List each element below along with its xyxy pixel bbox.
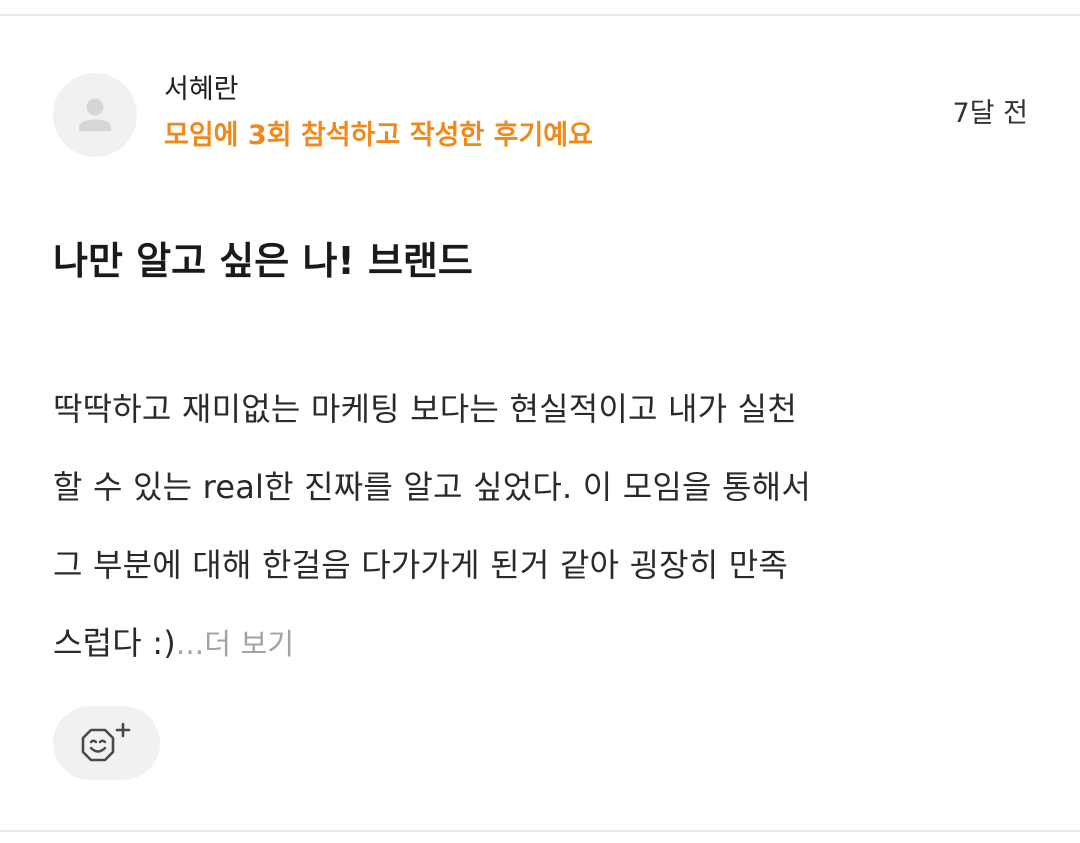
review-body-line: 딱딱하고 재미없는 마케팅 보다는 현실적이고 내가 실천 [53, 390, 797, 428]
review-body: 딱딱하고 재미없는 마케팅 보다는 현실적이고 내가 실천 할 수 있는 rea… [53, 370, 1038, 682]
review-title: 나만 알고 싶은 나! 브랜드 [53, 239, 473, 283]
review-card: 서혜란 모임에 3회 참석하고 작성한 후기예요 7달 전 나만 알고 싶은 나… [0, 16, 1080, 830]
review-body-line: 그 부분에 대해 한걸음 다가가게 된거 같아 굉장히 만족 [53, 546, 789, 584]
avatar[interactable] [53, 73, 137, 157]
review-body-line: 스럽다 :) [53, 624, 176, 662]
add-reaction-button[interactable] [53, 706, 160, 780]
review-body-last-line: 스럽다 :)...더 보기 [53, 604, 1038, 682]
default-user-icon [79, 98, 111, 131]
add-reaction-icon [81, 722, 131, 762]
review-body-line: 할 수 있는 real한 진짜를 알고 싶었다. 이 모임을 통해서 [53, 468, 811, 506]
author-name[interactable]: 서혜란 [164, 72, 239, 108]
attendance-note: 모임에 3회 참석하고 작성한 후기예요 [164, 120, 593, 151]
see-more-link[interactable]: ...더 보기 [176, 627, 294, 661]
bottom-divider [0, 830, 1080, 832]
review-timestamp: 7달 전 [952, 98, 1028, 129]
